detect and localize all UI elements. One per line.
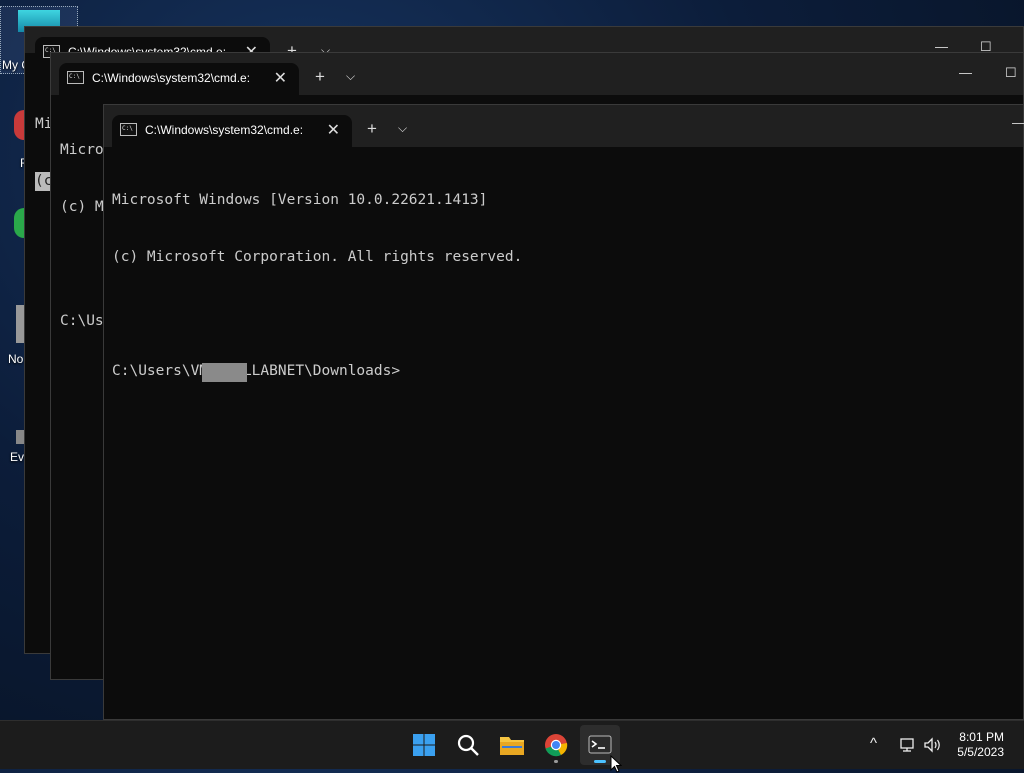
windows-start-icon bbox=[413, 734, 435, 756]
search-icon bbox=[457, 734, 479, 756]
clock[interactable]: 8:01 PM 5/5/2023 bbox=[957, 730, 1004, 760]
tab-close-button[interactable]: ✕ bbox=[274, 68, 287, 88]
minimize-button[interactable]: — bbox=[959, 65, 972, 80]
new-tab-button[interactable]: + bbox=[367, 119, 377, 139]
mouse-cursor-icon bbox=[610, 755, 622, 773]
cmd-icon bbox=[67, 71, 84, 84]
terminal-output[interactable]: Micro (c) M C:\Us bbox=[60, 103, 104, 369]
terminal-output[interactable]: Microsoft Windows [Version 10.0.22621.14… bbox=[112, 153, 522, 419]
new-tab-button[interactable]: + bbox=[315, 67, 325, 87]
tab-dropdown-button[interactable]: ⌵ bbox=[398, 121, 407, 136]
cmd-icon bbox=[120, 123, 137, 136]
folder-icon bbox=[500, 737, 524, 755]
search-button[interactable] bbox=[448, 725, 488, 765]
maximize-button[interactable]: ☐ bbox=[1005, 65, 1017, 81]
file-explorer-button[interactable] bbox=[492, 725, 532, 765]
tab-cmd[interactable]: C:\Windows\system32\cmd.e: ✕ bbox=[112, 115, 352, 147]
tab-dropdown-button[interactable]: ⌵ bbox=[346, 69, 355, 84]
text-cursor-block bbox=[202, 363, 247, 382]
terminal-line: C:\Users\VM6.COLLABNET\Downloads> bbox=[112, 363, 401, 379]
terminal-line: (c) Microsoft Corporation. All rights re… bbox=[112, 249, 523, 265]
active-indicator bbox=[594, 760, 606, 763]
desktop-icon-label: No bbox=[8, 352, 24, 366]
chrome-button[interactable] bbox=[536, 725, 576, 765]
volume-icon[interactable] bbox=[923, 737, 943, 753]
start-button[interactable] bbox=[404, 725, 444, 765]
terminal-window-front[interactable]: C:\Windows\system32\cmd.e: ✕ + ⌵ — Micro… bbox=[103, 104, 1024, 720]
desktop-icon-label: Ev bbox=[10, 450, 25, 464]
minimize-button[interactable]: — bbox=[1012, 115, 1024, 130]
network-icon[interactable] bbox=[899, 737, 917, 753]
tab-title: C:\Windows\system32\cmd.e: bbox=[92, 71, 251, 85]
terminal-line: Micro bbox=[60, 142, 104, 158]
tab-title: C:\Windows\system32\cmd.e: bbox=[145, 123, 304, 137]
clock-date: 5/5/2023 bbox=[957, 745, 1004, 759]
terminal-line: Microsoft Windows [Version 10.0.22621.14… bbox=[112, 192, 488, 208]
taskbar: ^ 8:01 PM 5/5/2023 bbox=[0, 720, 1024, 769]
tab-close-button[interactable]: ✕ bbox=[327, 120, 340, 140]
tab-cmd[interactable]: C:\Windows\system32\cmd.e: ✕ bbox=[59, 63, 299, 95]
chrome-icon bbox=[545, 734, 568, 757]
show-hidden-icons-chevron[interactable]: ^ bbox=[870, 735, 877, 752]
terminal-line: C:\Us bbox=[60, 313, 104, 329]
terminal-line: (c) M bbox=[60, 199, 104, 215]
clock-time: 8:01 PM bbox=[959, 730, 1004, 744]
running-indicator bbox=[554, 760, 558, 763]
